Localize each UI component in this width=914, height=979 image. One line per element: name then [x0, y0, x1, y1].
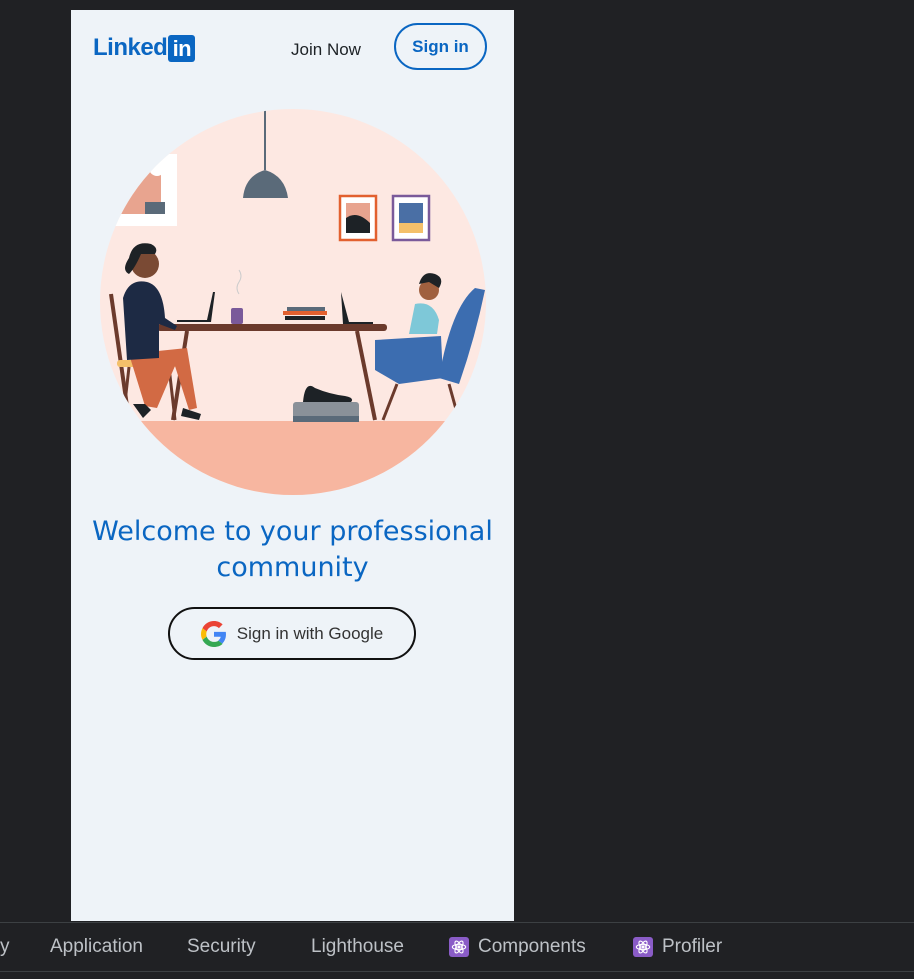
hero-illustration — [100, 109, 486, 495]
react-icon — [449, 937, 469, 957]
react-icon — [633, 937, 653, 957]
devtools-tab-components[interactable]: Components — [449, 923, 586, 971]
linkedin-logo[interactable]: Linked in — [93, 34, 196, 62]
devtools-tab-security[interactable]: Security — [187, 923, 256, 971]
devtools-tab-profiler[interactable]: Profiler — [633, 923, 722, 971]
sign-in-button[interactable]: Sign in — [394, 23, 487, 70]
google-signin-button[interactable]: Sign in with Google — [168, 607, 416, 660]
tab-label: Components — [478, 936, 586, 957]
mobile-viewport: Linked in Join Now Sign in Welcome to yo… — [71, 10, 514, 921]
devtools-tab-application[interactable]: Application — [50, 923, 143, 971]
welcome-heading: Welcome to your professional community — [92, 516, 493, 583]
tab-label: Lighthouse — [311, 936, 404, 957]
devtools-tab-bar: y Application Security Lighthouse Compon… — [0, 922, 914, 972]
google-signin-label: Sign in with Google — [236, 623, 384, 643]
logo-in-box: in — [168, 34, 196, 62]
google-icon — [200, 620, 226, 647]
tab-label: y — [0, 936, 10, 957]
tab-label: Security — [187, 936, 256, 957]
tab-label: Application — [50, 936, 143, 957]
devtools-tab-partial[interactable]: y — [0, 923, 10, 971]
join-now-link[interactable]: Join Now — [275, 36, 377, 64]
tab-label: Profiler — [662, 936, 723, 957]
devtools-tab-lighthouse[interactable]: Lighthouse — [311, 923, 404, 971]
logo-wordmark: Linked — [93, 34, 168, 61]
